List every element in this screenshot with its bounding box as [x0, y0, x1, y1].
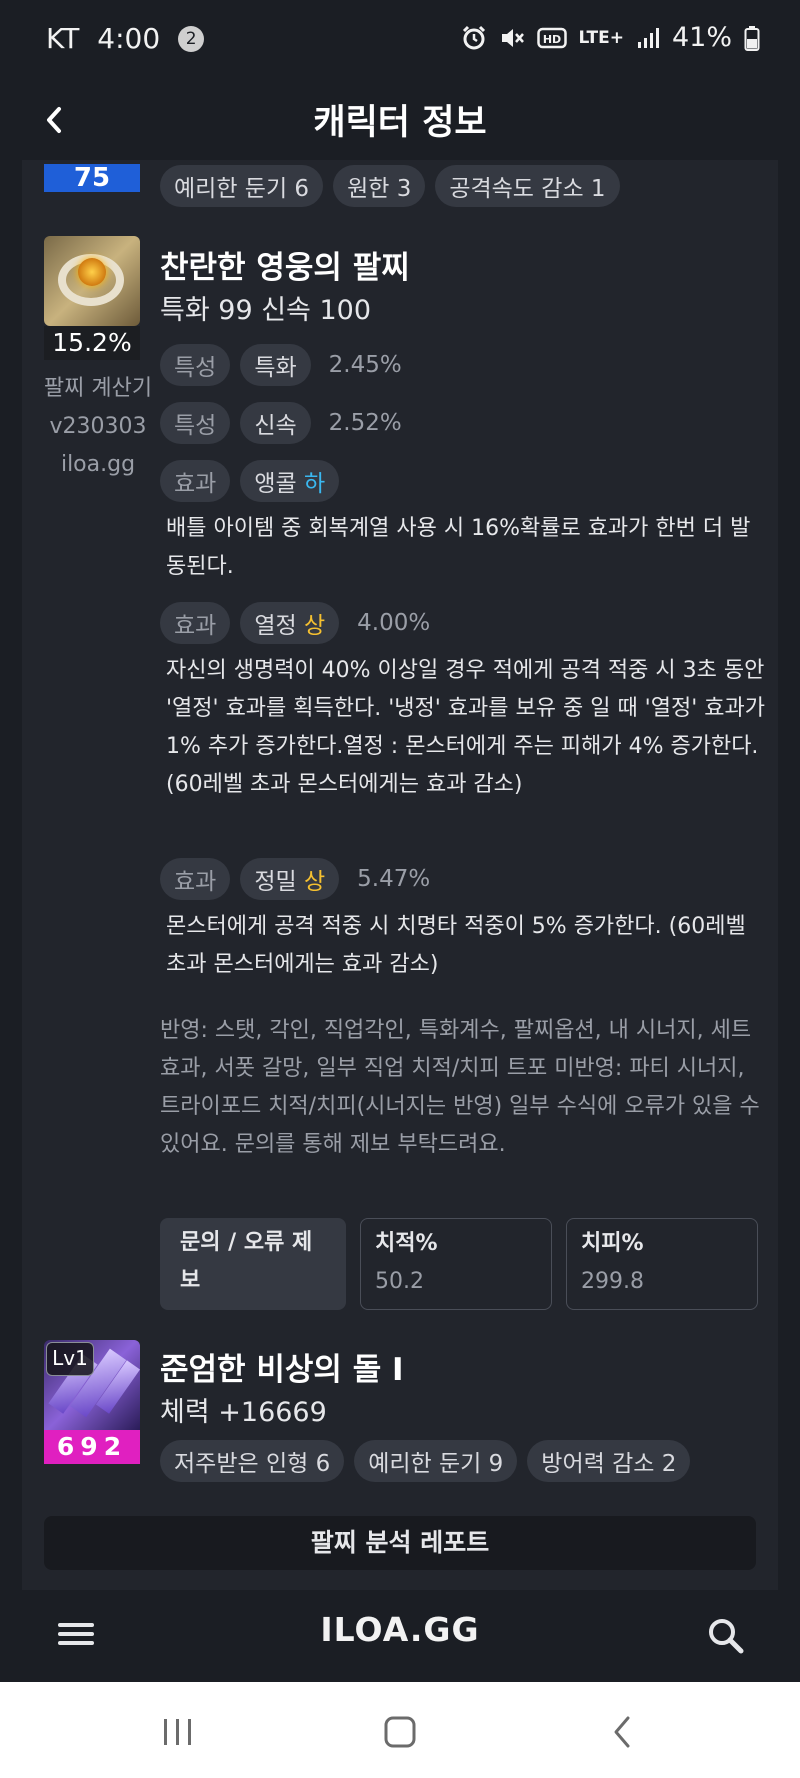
clock: 4:00	[97, 22, 161, 55]
crit-damage-value: 299.8	[581, 1269, 644, 1294]
stat-value: 2.45%	[328, 352, 402, 378]
search-icon[interactable]	[704, 1614, 748, 1658]
signal-icon	[637, 27, 659, 48]
effect-description: 몬스터에게 공격 적중 시 치명타 적중이 5% 증가한다. (60레벨 초과 …	[166, 914, 746, 977]
engraving-chips: 예리한 둔기 6 원한 3 공격속도 감소 1	[160, 165, 620, 207]
calculation-note: 반영: 스탯, 각인, 직업각인, 특화계수, 팔찌옵션, 내 시너지, 세트효…	[160, 1018, 760, 1157]
engraving-chip: 저주받은 인형 6	[160, 1440, 345, 1482]
calculator-version: v230303	[49, 414, 147, 439]
effect-grade: 상	[303, 869, 326, 895]
bracelet-stat-row: 특성 특화 2.45%	[160, 344, 402, 386]
battery-icon	[744, 25, 760, 51]
stone-level-badge: Lv1	[46, 1342, 94, 1376]
engraving-chip: 예리한 둔기 9	[354, 1440, 518, 1482]
bracelet-subtitle: 특화 99 신속 100	[160, 295, 371, 326]
bracelet-percent: 15.2%	[44, 326, 140, 360]
home-icon[interactable]	[378, 1712, 422, 1752]
bracelet-effect-row: 효과 열정 상 4.00%	[160, 602, 430, 644]
stat-type-chip: 특성	[160, 344, 231, 386]
effect-type-chip: 효과	[160, 460, 231, 502]
bracelet-analysis-report-button[interactable]: 팔찌 분석 레포트	[44, 1516, 756, 1570]
page-title: 캐릭터 정보	[313, 103, 487, 143]
stone-title: 준엄한 비상의 돌 I	[160, 1352, 404, 1388]
crit-damage-label: 치피%	[581, 1231, 644, 1256]
effect-grade: 하	[303, 471, 326, 497]
bracelet-item-icon	[44, 236, 140, 326]
calculator-name: 팔찌 계산기	[43, 376, 153, 401]
report-error-button[interactable]: 문의 / 오류 제보	[160, 1218, 346, 1310]
battery-percent: 41%	[671, 22, 732, 53]
bracelet-actions-row: 문의 / 오류 제보 치적% 50.2 치피% 299.8	[160, 1218, 758, 1310]
stone-engraving-chips: 저주받은 인형 6 예리한 둔기 9 방어력 감소 2	[160, 1440, 691, 1482]
bottom-nav: ILOA.GG	[0, 1590, 800, 1682]
system-navigation-bar	[0, 1682, 800, 1778]
item-level-badge: 75	[44, 164, 140, 192]
app-header: 캐릭터 정보	[0, 80, 800, 160]
stone-subtitle: 체력 +16669	[160, 1397, 327, 1428]
stat-value: 2.52%	[328, 410, 402, 436]
engraving-chip: 원한 3	[333, 165, 426, 207]
stat-name-chip: 특화	[240, 344, 311, 386]
effect-name-chip: 앵콜 하	[240, 460, 340, 502]
svg-text:HD: HD	[542, 33, 560, 46]
engraving-chip: 공격속도 감소 1	[435, 165, 620, 207]
engraving-chip: 방어력 감소 2	[527, 1440, 691, 1482]
bracelet-title: 찬란한 영웅의 팔찌	[160, 250, 410, 286]
effect-name: 앵콜	[254, 471, 297, 497]
effect-name: 열정	[254, 613, 297, 639]
effect-name-chip: 열정 상	[240, 602, 340, 644]
network-type: LTE+	[578, 27, 624, 48]
engraving-chip: 예리한 둔기 6	[160, 165, 324, 207]
alarm-icon	[462, 25, 485, 49]
recent-apps-icon[interactable]	[156, 1712, 200, 1752]
bracelet-effect-row: 효과 정밀 상 5.47%	[160, 858, 430, 900]
effect-name-chip: 정밀 상	[240, 858, 340, 900]
effect-description: 자신의 생명력이 40% 이상일 경우 적에게 공격 적중 시 3초 동안 '열…	[166, 658, 765, 797]
character-info-panel: 75 예리한 둔기 6 원한 3 공격속도 감소 1 15.2% 팔찌 계산기 …	[22, 160, 778, 1590]
status-bar: KT 4:00 2 HD LTE+ 41%	[0, 0, 800, 80]
engraving-summary-row: 75 예리한 둔기 6 원한 3 공격속도 감소 1	[22, 160, 778, 210]
crit-damage-box: 치피% 299.8	[566, 1218, 758, 1310]
carrier-label: KT	[46, 22, 80, 55]
bracelet-effect-row: 효과 앵콜 하	[160, 460, 340, 502]
effect-value: 5.47%	[357, 866, 431, 892]
stat-type-chip: 특성	[160, 402, 231, 444]
stat-name-chip: 신속	[240, 402, 311, 444]
crit-rate-label: 치적%	[375, 1231, 438, 1256]
mute-icon	[501, 28, 524, 47]
crit-rate-value: 50.2	[375, 1269, 424, 1294]
effect-type-chip: 효과	[160, 858, 231, 900]
effect-value: 4.00%	[357, 610, 431, 636]
hd-icon: HD	[536, 27, 567, 48]
bracelet-stat-row: 특성 신속 2.52%	[160, 402, 402, 444]
calculator-site: iloa.gg	[60, 452, 136, 477]
bracelet-calculator-label: 팔찌 계산기 v230303 iloa.gg	[34, 370, 162, 484]
notification-count-badge: 2	[178, 25, 205, 52]
effect-grade: 상	[303, 613, 326, 639]
stone-engraving-number: 692	[44, 1430, 140, 1464]
crit-rate-box: 치적% 50.2	[360, 1218, 552, 1310]
system-back-icon[interactable]	[600, 1712, 644, 1752]
status-right: HD LTE+ 41%	[461, 22, 761, 53]
effect-description: 배틀 아이템 중 회복계열 사용 시 16%확률로 효과가 한번 더 발동된다.	[166, 516, 751, 579]
effect-type-chip: 효과	[160, 602, 231, 644]
effect-name: 정밀	[254, 869, 297, 895]
brand-logo[interactable]: ILOA.GG	[0, 1610, 800, 1649]
status-left: KT 4:00 2	[46, 22, 205, 55]
